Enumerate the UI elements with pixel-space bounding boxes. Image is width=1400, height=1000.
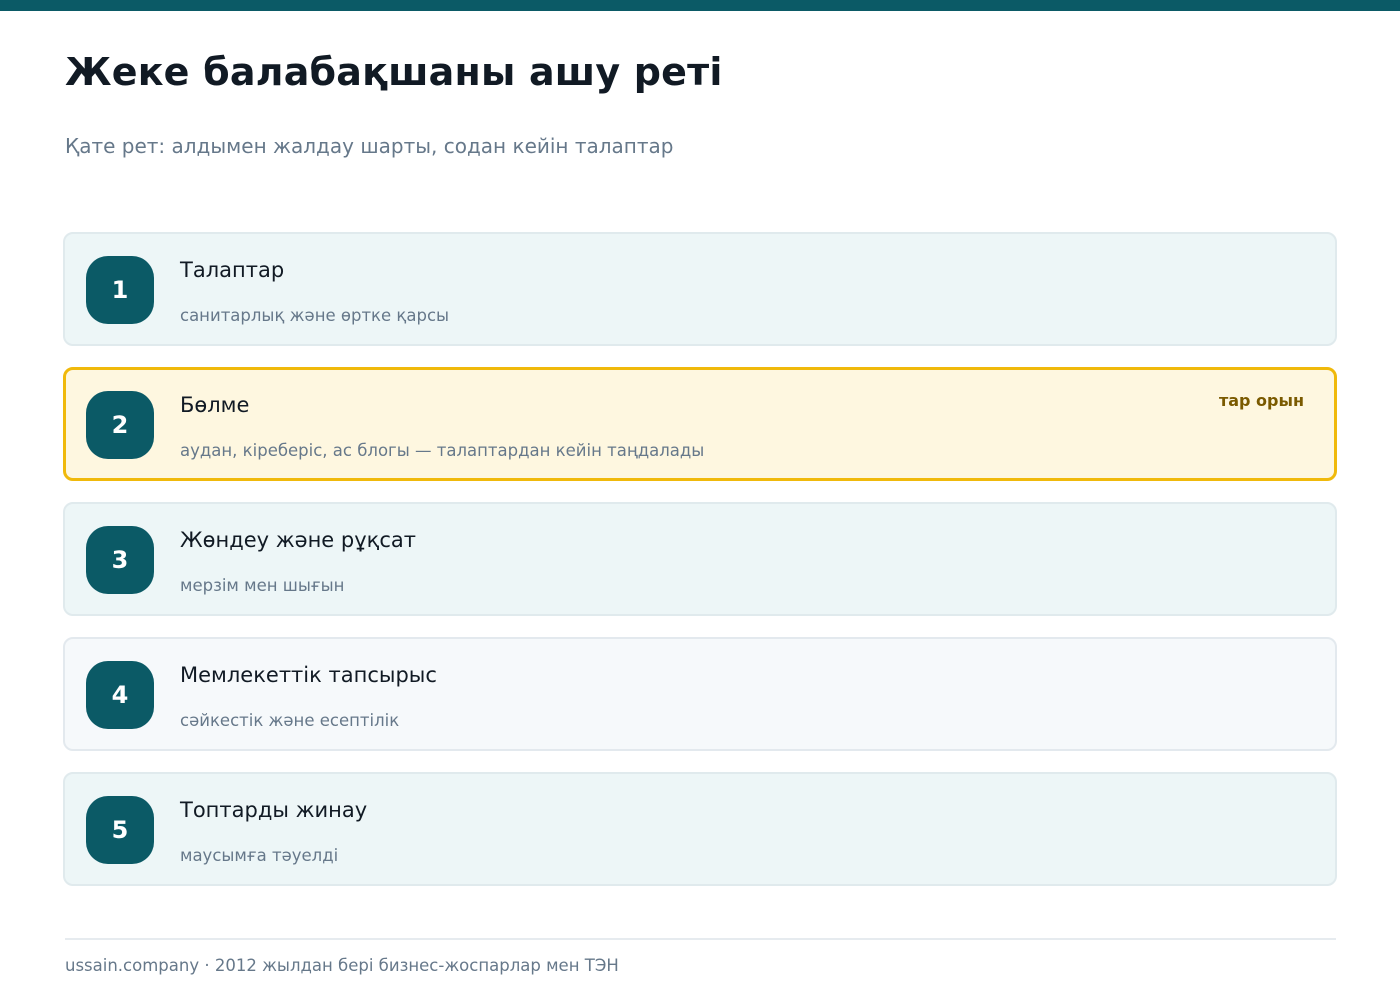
step-card-2: 2 Бөлме аудан, кіреберіс, ас блогы — тал… (63, 367, 1337, 481)
step-number-badge: 1 (86, 256, 154, 324)
step-card-5: 5 Топтарды жинау маусымға тәуелді (63, 772, 1337, 886)
step-description: мерзім мен шығын (180, 576, 345, 595)
step-number-badge: 2 (86, 391, 154, 459)
step-description: аудан, кіреберіс, ас блогы — талаптардан… (180, 441, 705, 460)
step-number-badge: 3 (86, 526, 154, 594)
footer-divider (65, 938, 1336, 940)
step-title: Мемлекеттік тапсырыс (180, 663, 437, 687)
step-description: маусымға тәуелді (180, 846, 339, 865)
step-number-badge: 4 (86, 661, 154, 729)
step-card-4: 4 Мемлекеттік тапсырыс сәйкестік және ес… (63, 637, 1337, 751)
page-title: Жеке балабақшаны ашу реті (65, 50, 723, 94)
step-number-badge: 5 (86, 796, 154, 864)
step-description: санитарлық және өртке қарсы (180, 306, 450, 325)
step-card-1: 1 Талаптар санитарлық және өртке қарсы (63, 232, 1337, 346)
steps-list: 1 Талаптар санитарлық және өртке қарсы 2… (63, 232, 1337, 907)
step-title: Бөлме (180, 393, 250, 417)
step-title: Топтарды жинау (180, 798, 368, 822)
top-accent-bar (0, 0, 1400, 11)
step-title: Жөндеу және рұқсат (180, 528, 416, 552)
bottleneck-tag: тар орын (1218, 391, 1304, 410)
step-description: сәйкестік және есептілік (180, 711, 400, 730)
footer-text: ussain.company · 2012 жылдан бері бизнес… (65, 956, 619, 975)
page-subtitle: Қате рет: алдымен жалдау шарты, содан ке… (65, 134, 674, 158)
step-title: Талаптар (180, 258, 285, 282)
step-card-3: 3 Жөндеу және рұқсат мерзім мен шығын (63, 502, 1337, 616)
